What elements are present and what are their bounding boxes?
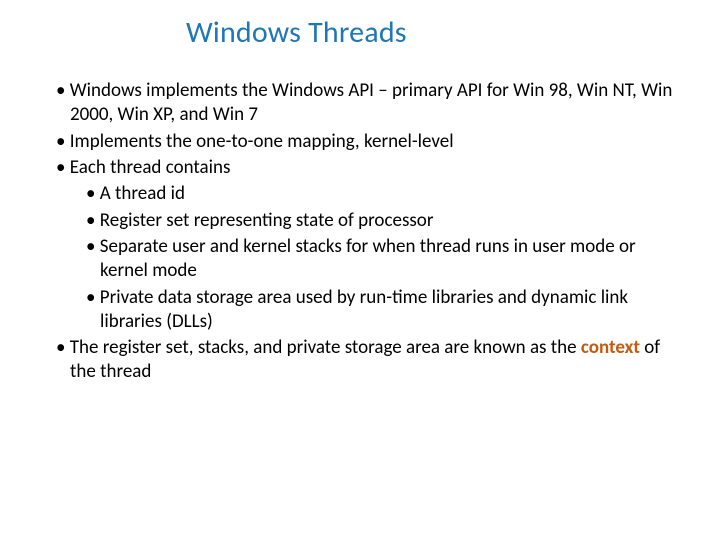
- bullet-thread-id: A thread id: [44, 182, 676, 206]
- context-highlight: context: [581, 336, 640, 359]
- bullet-mapping: Implements the one-to-one mapping, kerne…: [44, 130, 676, 154]
- slide-title: Windows Threads: [44, 14, 676, 51]
- bullet-register-set: Register set representing state of proce…: [44, 209, 676, 233]
- bullet-api: Windows implements the Windows API – pri…: [44, 79, 676, 128]
- bullet-contains: Each thread contains: [44, 156, 676, 180]
- slide-body: Windows implements the Windows API – pri…: [44, 79, 676, 385]
- bullet-stacks: Separate user and kernel stacks for when…: [44, 235, 676, 284]
- context-pre: The register set, stacks, and private st…: [70, 336, 581, 359]
- slide: Windows Threads Windows implements the W…: [0, 0, 720, 540]
- bullet-private-storage: Private data storage area used by run-ti…: [44, 286, 676, 335]
- bullet-context: The register set, stacks, and private st…: [44, 336, 676, 385]
